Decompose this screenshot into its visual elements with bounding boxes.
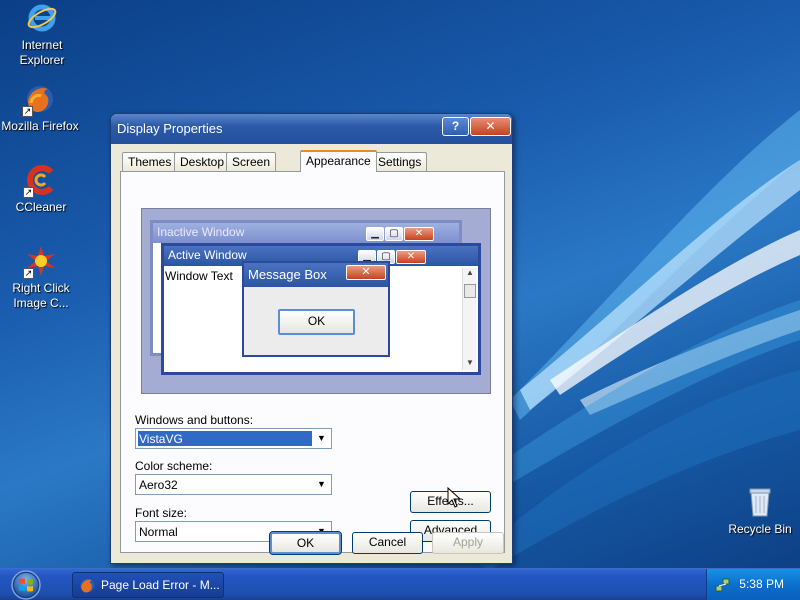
windows-buttons-select[interactable]: VistaVG ▼ [135, 428, 332, 449]
network-icon[interactable] [715, 577, 731, 593]
desktop-icon-recycle-bin[interactable]: Recycle Bin [718, 486, 800, 537]
window-title: Display Properties [117, 121, 223, 136]
font-size-value: Normal [139, 525, 178, 539]
appearance-preview: Inactive Window ▁ ▢ ✕ Active Window ▁ ▢ ✕ Wi… [141, 208, 491, 394]
maximize-icon: ▢ [385, 227, 403, 241]
message-box-titlebar: Message Box ✕ [244, 263, 388, 287]
windows-logo-icon [11, 570, 41, 600]
internet-explorer-icon [26, 2, 58, 34]
windows-buttons-value: VistaVG [138, 431, 312, 446]
inactive-window-title: Inactive Window [157, 225, 245, 239]
tab-settings[interactable]: Settings [372, 152, 428, 171]
shortcut-arrow-icon: ↗ [23, 268, 34, 279]
taskbar-clock[interactable]: 5:38 PM [739, 577, 784, 591]
shortcut-arrow-icon: ↗ [22, 106, 33, 117]
taskbar-button-label: Page Load Error - M... [101, 578, 220, 592]
recycle-bin-icon [744, 486, 776, 518]
tab-themes[interactable]: Themes [122, 152, 178, 171]
scroll-thumb [464, 284, 476, 298]
right-click-image-converter-icon: ↗ [23, 245, 57, 279]
apply-button[interactable]: Apply [432, 532, 504, 554]
ccleaner-icon: ↗ [23, 164, 57, 198]
message-box-title: Message Box [248, 267, 327, 282]
desktop-icon-label: Internet Explorer [19, 38, 65, 67]
system-tray: 5:38 PM [706, 569, 800, 600]
window-text-sample: Window Text [165, 269, 233, 283]
help-button[interactable]: ? [442, 117, 469, 136]
desktop-icon-label: Recycle Bin [728, 522, 792, 536]
desktop-icon-label: Mozilla Firefox [1, 119, 79, 133]
firefox-icon: ↗ [22, 83, 56, 117]
chevron-down-icon[interactable]: ▼ [314, 431, 329, 446]
desktop-icon-internet-explorer[interactable]: Internet Explorer [0, 2, 84, 68]
desktop-icon-right-click-image-converter[interactable]: ↗ Right Click Image C... [0, 245, 83, 311]
scroll-up-arrow-icon: ▲ [466, 268, 474, 277]
desktop-icon-label: CCleaner [15, 200, 67, 214]
inactive-window-controls: ▁ ▢ ✕ [365, 225, 434, 241]
desktop-icon-ccleaner[interactable]: ↗ CCleaner [0, 164, 83, 215]
close-icon: ✕ [404, 227, 434, 241]
taskbar-button-firefox[interactable]: Page Load Error - M... [72, 572, 224, 598]
preview-scrollbar: ▲ ▼ [462, 268, 476, 370]
close-icon: ✕ [346, 265, 386, 280]
color-scheme-select[interactable]: Aero32 ▼ [135, 474, 332, 495]
desktop-icon-firefox[interactable]: ↗ Mozilla Firefox [0, 83, 82, 134]
active-window-title: Active Window [168, 248, 247, 262]
chevron-down-icon[interactable]: ▼ [314, 477, 329, 492]
cancel-button[interactable]: Cancel [352, 532, 423, 554]
ok-button[interactable]: OK [269, 531, 342, 555]
font-size-label: Font size: [135, 506, 188, 520]
message-box-ok-button: OK [278, 309, 355, 335]
color-scheme-label: Color scheme: [135, 459, 213, 473]
firefox-icon [80, 578, 95, 593]
tab-appearance[interactable]: Appearance [300, 150, 377, 172]
close-icon: ✕ [396, 250, 426, 264]
shortcut-arrow-icon: ↗ [23, 187, 34, 198]
tab-desktop[interactable]: Desktop [174, 152, 231, 171]
start-button[interactable] [6, 569, 46, 600]
taskbar: Page Load Error - M... 5:38 PM [0, 568, 800, 600]
color-scheme-value: Aero32 [139, 478, 178, 492]
desktop-icon-label: Right Click Image C... [12, 281, 70, 310]
inactive-window-titlebar: Inactive Window ▁ ▢ ✕ [153, 223, 459, 243]
tab-screen-saver[interactable]: Screen Saver [226, 152, 277, 183]
mouse-cursor-icon [447, 487, 462, 508]
window-titlebar[interactable]: Display Properties ? ✕ [111, 114, 512, 144]
close-button[interactable]: ✕ [470, 117, 511, 136]
windows-buttons-label: Windows and buttons: [135, 413, 254, 427]
scroll-down-arrow-icon: ▼ [466, 358, 474, 367]
message-box-preview: Message Box ✕ OK [242, 261, 390, 357]
minimize-icon: ▁ [366, 227, 384, 241]
